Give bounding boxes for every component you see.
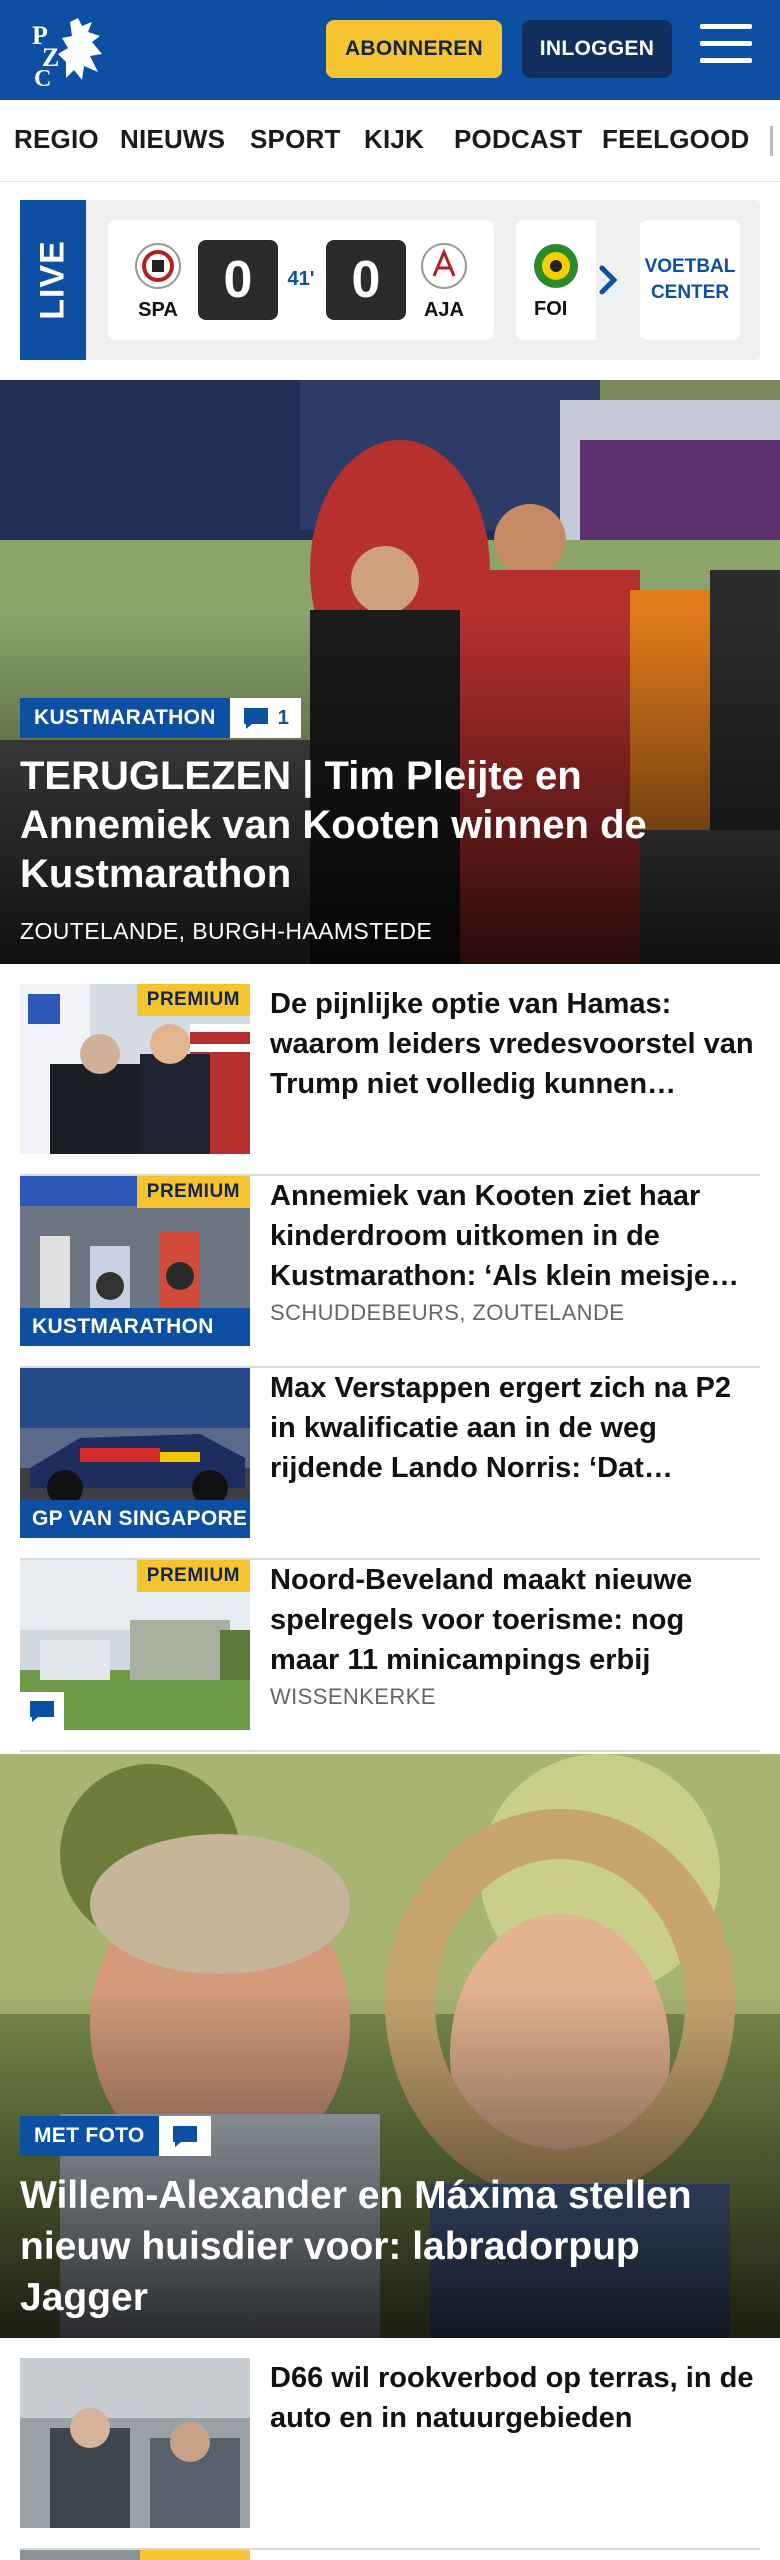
article-title[interactable]: De pijnlijke optie van Hamas: waarom lei… [270,984,760,1104]
category-tag[interactable]: KUSTMARATHON [20,1308,250,1346]
nav-item-feelgood[interactable]: FEELGOOD [602,124,750,155]
premium-badge: PREMIUM [136,1176,250,1208]
comment-count[interactable] [158,2116,211,2156]
next-match-home: FOI [534,298,568,320]
next-match-card[interactable]: FOI [516,220,596,340]
away-club-name: AJA [423,299,464,321]
section-nav: REGIO NIEUWS SPORT KIJK PODCAST FEELGOOD [0,100,780,182]
nav-item-kijk[interactable]: KIJK [364,124,424,155]
list-item[interactable]: D66 wil rookverbod op terras, in de auto… [20,2358,760,2550]
site-header: P Z C ABONNEREN INLOGGEN [0,0,780,100]
nav-item-sport[interactable]: SPORT [250,124,341,155]
article-title[interactable]: Max Verstappen ergert zich na P2 in kwal… [270,1368,760,1488]
login-button[interactable]: INLOGGEN [522,20,672,78]
comment-icon[interactable] [20,1692,64,1730]
home-club: SPA [128,242,188,322]
article-thumbnail: PREMIUM KUSTMARATHON [20,1176,250,1346]
subscribe-button[interactable]: ABONNEREN [326,20,502,78]
hamburger-menu-icon[interactable] [700,24,752,70]
away-club: AJA [414,242,474,322]
list-item[interactable]: PREMIUM KUSTMARATHON Annemiek van Kooten… [20,1176,760,1368]
comment-icon [243,708,268,729]
list-item[interactable]: PREMIUM Noord-Beveland maakt nieuwe spel… [20,1560,760,1752]
article-title[interactable]: Annemiek van Kooten ziet haar kinderdroo… [270,1176,760,1296]
hero-location: ZOUTELANDE, BURGH-HAAMSTEDE [20,918,433,944]
article-thumbnail: PREMIUM [20,1560,250,1730]
match-minute: 41' [287,268,315,290]
category-tag[interactable]: MET FOTO [20,2116,159,2156]
chevron-right-icon[interactable] [588,260,628,300]
away-score: 0 [326,240,406,320]
match-card[interactable]: SPA 0 41' 0 AJA [108,220,494,340]
list-item[interactable] [20,2550,250,2560]
nav-item-nieuws[interactable]: NIEUWS [120,124,225,155]
article-title[interactable]: Noord-Beveland maakt nieuwe spelregels v… [270,1560,760,1680]
hero-article-royals[interactable]: MET FOTO Willem-Alexander en Máxima stel… [0,1754,780,2338]
svg-text:C: C [34,66,51,88]
football-center-button[interactable]: VOETBAL CENTER [640,220,740,340]
nav-item-podcast[interactable]: PODCAST [454,124,583,155]
article-location: SCHUDDEBEURS, ZOUTELANDE [270,1300,625,1325]
category-tag[interactable]: KUSTMARATHON [20,698,230,738]
comment-icon [172,2126,197,2147]
article-title[interactable]: D66 wil rookverbod op terras, in de auto… [270,2358,760,2438]
home-club-name: SPA [138,299,178,321]
fortuna-crest-icon [534,244,578,288]
article-location: WISSENKERKE [270,1684,436,1709]
nav-item-regio[interactable]: REGIO [14,124,99,155]
article-thumbnail [20,2358,250,2528]
category-tag[interactable]: GP VAN SINGAPORE [20,1500,250,1538]
article-thumbnail: GP VAN SINGAPORE [20,1368,250,1538]
sparta-crest-icon [135,243,181,289]
hero-tags: KUSTMARATHON 1 [20,698,301,738]
premium-badge: PREMIUM [136,984,250,1016]
premium-badge: PREMIUM [136,1560,250,1592]
premium-badge [140,2550,250,2560]
hero-tags: MET FOTO [20,2116,211,2156]
home-score: 0 [198,240,278,320]
list-item[interactable]: GP VAN SINGAPORE Max Verstappen ergert z… [20,1368,760,1560]
hero-article-kustmarathon[interactable]: KUSTMARATHON 1 TERUGLEZEN | Tim Pleijte … [0,380,780,964]
list-item[interactable]: PREMIUM De pijnlijke optie van Hamas: wa… [20,984,760,1176]
live-badge: LIVE [20,200,86,360]
article-thumbnail: PREMIUM [20,984,250,1154]
live-scores-bar: LIVE SPA 0 41' 0 AJA FOI VOETBAL CENTER [20,200,760,360]
nav-overflow-indicator [770,126,773,156]
pzc-logo[interactable]: P Z C [26,14,116,88]
comment-count[interactable]: 1 [229,698,301,738]
ajax-crest-icon [421,243,467,289]
hero-title[interactable]: TERUGLEZEN | Tim Pleijte en Annemiek van… [20,752,750,899]
hero-title[interactable]: Willem-Alexander en Máxima stellen nieuw… [20,2170,750,2323]
